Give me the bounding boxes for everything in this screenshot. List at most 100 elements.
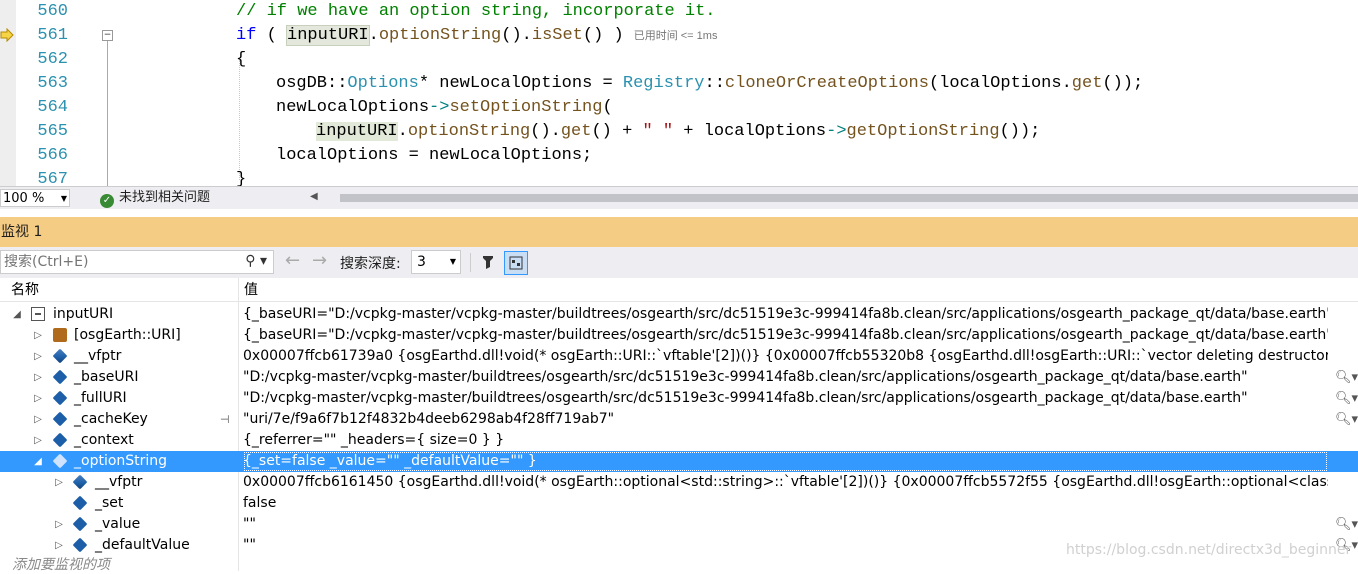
variable-icon xyxy=(31,307,45,321)
code-line-567: 567 } xyxy=(0,168,1358,186)
row-name: _optionString xyxy=(74,453,168,469)
expand-arrow-icon[interactable]: ▷ xyxy=(54,514,64,535)
search-input[interactable] xyxy=(1,251,231,273)
highlighted-variable[interactable]: inputURI xyxy=(316,122,398,141)
line-number: 564 xyxy=(37,98,68,117)
field-icon xyxy=(72,474,88,490)
column-header-name[interactable]: 名称 xyxy=(11,278,39,302)
comment: // if we have an option string, incorpor… xyxy=(236,2,716,21)
code-token: osgDB:: xyxy=(276,74,348,93)
row-value[interactable]: {_referrer="" _headers={ size=0 } } xyxy=(243,430,1328,451)
row-value[interactable]: {_set=false _value="" _defaultValue="" } xyxy=(243,451,1328,472)
pin-icon[interactable]: ⊣ xyxy=(220,409,230,430)
code-token: (localOptions. xyxy=(928,74,1072,93)
code-token: (). xyxy=(501,26,532,45)
row-value[interactable]: "uri/7e/f9a6f7b12f4832b4deeb6298ab4f28ff… xyxy=(243,409,1328,430)
watch-row[interactable]: ▷ _fullURI "D:/vcpkg-master/vcpkg-master… xyxy=(0,388,1358,409)
watermark: https://blog.csdn.net/directx3d_beginner xyxy=(1066,542,1352,558)
zoom-value: 100 % xyxy=(3,191,45,206)
issues-indicator[interactable]: ✓ 未找到相关问题 xyxy=(100,189,210,208)
expand-arrow-icon[interactable]: ▷ xyxy=(54,472,64,493)
code-text: { xyxy=(236,50,247,69)
code-text: newLocalOptions->setOptionString( xyxy=(276,96,613,120)
zoom-dropdown[interactable]: 100 % ▼ xyxy=(0,189,70,207)
collapse-arrow-icon[interactable]: ◢ xyxy=(12,304,22,325)
text-visualizer-icon[interactable]: 🔍︎▾ xyxy=(1335,514,1358,535)
watch-row[interactable]: ◢ inputURI {_baseURI="D:/vcpkg-master/vc… xyxy=(0,304,1358,325)
row-value[interactable]: "D:/vcpkg-master/vcpkg-master/buildtrees… xyxy=(243,388,1328,409)
code-line-566: 566 localOptions = newLocalOptions; xyxy=(0,144,1358,168)
private-field-icon xyxy=(72,537,88,553)
code-token: * newLocalOptions = xyxy=(418,74,623,93)
perf-tip[interactable]: 已用时间 <= 1ms xyxy=(634,30,718,42)
watch-grid-header: 名称 值 xyxy=(0,278,1358,302)
watch-search-box[interactable]: ⚲ ▾ xyxy=(0,250,274,274)
back-arrow-icon[interactable]: ← xyxy=(285,252,300,270)
hex-display-icon[interactable] xyxy=(504,251,528,275)
row-value[interactable]: {_baseURI="D:/vcpkg-master/vcpkg-master/… xyxy=(243,304,1328,325)
pin-filter-icon[interactable] xyxy=(476,251,500,275)
row-value[interactable]: "" xyxy=(243,514,1328,535)
code-editor[interactable]: − 560 // if we have an option string, in… xyxy=(0,0,1358,186)
row-name: _context xyxy=(74,432,134,448)
scrollbar-thumb[interactable] xyxy=(340,194,1358,202)
text-visualizer-icon[interactable]: 🔍︎▾ xyxy=(1335,367,1358,388)
watch-window-title[interactable]: 监视 1 xyxy=(0,217,1358,247)
code-token: (). xyxy=(530,122,561,141)
expand-arrow-icon[interactable]: ▷ xyxy=(33,430,43,451)
watch-row-selected[interactable]: ◢ _optionString {_set=false _value="" _d… xyxy=(0,451,1358,472)
row-name: [osgEarth::URI] xyxy=(74,327,181,343)
row-value[interactable]: 0x00007ffcb61739a0 {osgEarthd.dll!void(*… xyxy=(243,346,1328,367)
chevron-down-icon: ▼ xyxy=(449,257,456,266)
expand-arrow-icon[interactable]: ▷ xyxy=(33,388,43,409)
code-token: ()); xyxy=(1102,74,1144,93)
line-number: 560 xyxy=(37,2,68,21)
type-token: Registry xyxy=(622,74,705,93)
code-token: . xyxy=(397,122,408,141)
code-text: inputURI.optionString().get() + " " + lo… xyxy=(316,120,1040,144)
row-value[interactable]: 0x00007ffcb6161450 {osgEarthd.dll!void(*… xyxy=(243,472,1328,493)
expand-arrow-icon[interactable]: ▷ xyxy=(33,367,43,388)
expand-arrow-icon[interactable]: ▷ xyxy=(54,535,64,556)
code-token: . xyxy=(368,26,379,45)
expand-arrow-icon[interactable]: ▷ xyxy=(33,325,43,346)
watch-grid: 名称 值 ◢ inputURI {_baseURI="D:/vcpkg-mast… xyxy=(0,278,1358,574)
scroll-left-icon[interactable]: ◀ xyxy=(310,191,318,202)
watch-row[interactable]: ▷ __vfptr 0x00007ffcb6161450 {osgEarthd.… xyxy=(0,472,1358,493)
watch-row[interactable]: ▷ _cacheKey ⊣ "uri/7e/f9a6f7b12f4832b4de… xyxy=(0,409,1358,430)
search-depth-dropdown[interactable]: 3 ▼ xyxy=(411,250,461,274)
row-value[interactable]: false xyxy=(243,493,1328,514)
watch-row[interactable]: ▷ _context {_referrer="" _headers={ size… xyxy=(0,430,1358,451)
horizontal-scrollbar[interactable]: ◀ xyxy=(310,191,1358,205)
code-token: ()); xyxy=(999,122,1041,141)
code-line-561: 561 if ( inputURI.optionString().isSet()… xyxy=(0,24,1358,48)
row-name: _value xyxy=(95,516,141,532)
private-field-icon xyxy=(72,495,88,511)
row-name: _defaultValue xyxy=(95,537,190,553)
highlighted-variable[interactable]: inputURI xyxy=(286,25,370,46)
collapse-arrow-icon[interactable]: ◢ xyxy=(33,451,43,472)
row-name: _cacheKey xyxy=(74,411,148,427)
column-header-value[interactable]: 值 xyxy=(244,278,258,302)
string-literal: " " xyxy=(642,122,674,141)
private-field-icon xyxy=(72,516,88,532)
check-circle-icon: ✓ xyxy=(100,194,114,208)
search-icon[interactable]: ⚲ ▾ xyxy=(245,253,267,269)
watch-row[interactable]: ▷ [osgEarth::URI] {_baseURI="D:/vcpkg-ma… xyxy=(0,325,1358,346)
watch-row[interactable]: _set false xyxy=(0,493,1358,514)
operator-token: -> xyxy=(429,98,450,117)
watch-row[interactable]: ▷ _value "" 🔍︎▾ xyxy=(0,514,1358,535)
watch-row[interactable]: ▷ __vfptr 0x00007ffcb61739a0 {osgEarthd.… xyxy=(0,346,1358,367)
editor-status-bar: 100 % ▼ ✓ 未找到相关问题 ◀ xyxy=(0,186,1358,209)
add-watch-item[interactable]: 添加要监视的项 xyxy=(12,554,110,574)
row-value[interactable]: "D:/vcpkg-master/vcpkg-master/buildtrees… xyxy=(243,367,1328,388)
function-token: getOptionString xyxy=(846,122,1000,141)
text-visualizer-icon[interactable]: 🔍︎▾ xyxy=(1335,388,1358,409)
row-name: _set xyxy=(95,495,124,511)
row-value[interactable]: {_baseURI="D:/vcpkg-master/vcpkg-master/… xyxy=(243,325,1328,346)
watch-row[interactable]: ▷ _baseURI "D:/vcpkg-master/vcpkg-master… xyxy=(0,367,1358,388)
text-visualizer-icon[interactable]: 🔍︎▾ xyxy=(1335,409,1358,430)
expand-arrow-icon[interactable]: ▷ xyxy=(33,346,43,367)
forward-arrow-icon[interactable]: → xyxy=(312,252,327,270)
expand-arrow-icon[interactable]: ▷ xyxy=(33,409,43,430)
